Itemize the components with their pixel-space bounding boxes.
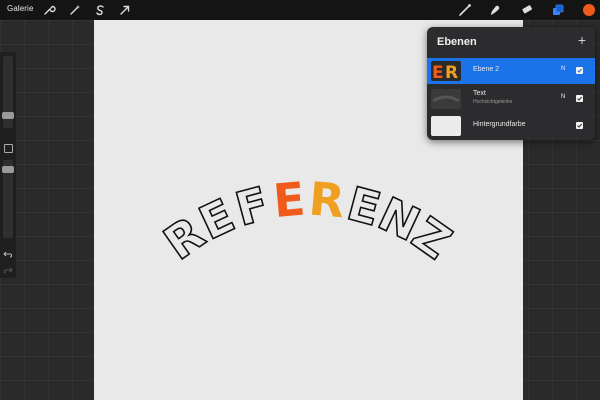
visibility-checkbox[interactable] xyxy=(576,122,583,129)
selection-s-icon[interactable] xyxy=(93,3,107,17)
layer-name: Hintergrundfarbe xyxy=(473,121,526,128)
top-toolbar: Galerie xyxy=(0,0,600,20)
layer-name: Text xyxy=(473,90,486,97)
artwork-letter-4: R xyxy=(307,171,347,228)
layer-thumbnail xyxy=(431,116,461,136)
layer-item-text[interactable]: Text Hochsichtgelenke N xyxy=(427,86,595,112)
layer-name: Ebene 2 xyxy=(473,66,500,73)
layer-subtitle: Hochsichtgelenke xyxy=(473,99,513,105)
visibility-checkbox[interactable] xyxy=(576,67,583,74)
layer-item-ebene-2[interactable]: E R Ebene 2 N xyxy=(427,58,595,84)
layer-thumbnail xyxy=(431,89,461,109)
thumb-letter-r: R xyxy=(445,63,458,81)
layers-icon[interactable] xyxy=(551,3,565,17)
magic-wand-icon[interactable] xyxy=(68,3,82,17)
artwork-letter-3: E xyxy=(271,172,307,229)
transform-arrow-icon[interactable] xyxy=(118,3,132,17)
visibility-checkbox[interactable] xyxy=(576,95,583,102)
opacity-handle[interactable] xyxy=(2,166,14,173)
blend-mode-toggle[interactable]: N xyxy=(561,94,565,100)
add-layer-button[interactable]: + xyxy=(578,33,586,47)
wrench-icon[interactable] xyxy=(42,3,56,17)
smudge-icon[interactable] xyxy=(488,3,502,17)
color-picker-swatch[interactable] xyxy=(583,4,595,16)
layers-panel: Ebenen + E R Ebene 2 N Text Hochsichtgel… xyxy=(427,27,595,140)
redo-icon[interactable] xyxy=(3,262,13,274)
undo-icon[interactable] xyxy=(3,246,13,258)
gallery-button[interactable]: Galerie xyxy=(7,4,34,13)
thumb-letter-e: E xyxy=(432,63,444,81)
eraser-icon[interactable] xyxy=(520,3,534,17)
layers-title: Ebenen xyxy=(437,36,477,48)
modify-button[interactable] xyxy=(4,144,13,153)
blend-mode-toggle[interactable]: N xyxy=(561,66,565,72)
brush-size-handle[interactable] xyxy=(2,112,14,119)
layer-thumbnail: E R xyxy=(431,61,461,81)
brush-icon[interactable] xyxy=(458,3,472,17)
layer-item-background-color[interactable]: Hintergrundfarbe xyxy=(427,113,595,139)
left-sidebar xyxy=(0,52,16,278)
